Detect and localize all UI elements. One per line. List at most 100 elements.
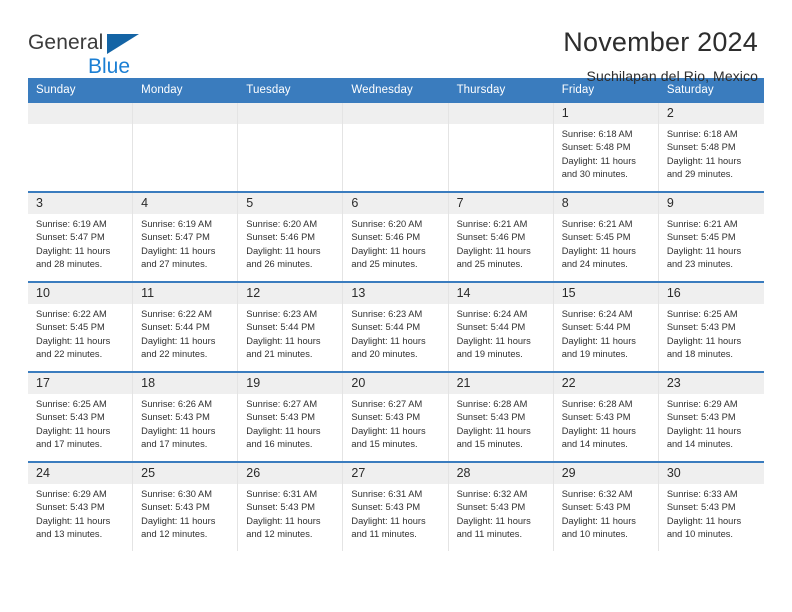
sunset-text: Sunset: 5:47 PM xyxy=(141,232,210,243)
calendar-day-cell[interactable]: 21 Sunrise: 6:28 AM Sunset: 5:43 PM Dayligh… xyxy=(448,373,554,461)
weekday-header-thursday: Thursday xyxy=(456,84,506,96)
sunrise-text: Sunrise: 6:29 AM xyxy=(666,399,738,409)
sunrise-text: Sunrise: 6:21 AM xyxy=(561,219,633,229)
daylight-text: Daylight: 11 hours and 10 minutes. xyxy=(561,515,636,540)
calendar-week-row: 24 Sunrise: 6:29 AM Sunset: 5:43 PM Dayligh… xyxy=(28,461,764,551)
calendar-day-cell[interactable]: 22 Sunrise: 6:28 AM Sunset: 5:43 PM Dayligh… xyxy=(553,373,659,461)
calendar-day-cell[interactable]: 15 Sunrise: 6:24 AM Sunset: 5:44 PM Dayligh… xyxy=(553,283,659,371)
day-number: 19 xyxy=(238,373,343,394)
day-sun-info: Sunrise: 6:28 AM Sunset: 5:43 PM Daylight:… xyxy=(554,394,658,452)
day-number: 4 xyxy=(133,193,238,214)
sunset-text: Sunset: 5:48 PM xyxy=(561,142,631,153)
day-sun-info: Sunrise: 6:32 AM Sunset: 5:43 PM Daylight:… xyxy=(449,484,553,542)
daylight-text: Daylight: 11 hours and 22 minutes. xyxy=(36,335,111,360)
day-number: 30 xyxy=(658,463,764,484)
sunrise-text: Sunrise: 6:25 AM xyxy=(666,309,738,319)
sunset-text: Sunset: 5:43 PM xyxy=(666,502,736,513)
calendar-day-cell-empty xyxy=(238,103,344,191)
sunrise-text: Sunrise: 6:19 AM xyxy=(36,219,107,229)
calendar-day-cell[interactable]: 23 Sunrise: 6:29 AM Sunset: 5:43 PM Dayligh… xyxy=(658,373,764,461)
day-number: 13 xyxy=(343,283,448,304)
calendar-day-cell[interactable]: 17 Sunrise: 6:25 AM Sunset: 5:43 PM Dayligh… xyxy=(28,373,134,461)
page-header: General Blue November 2024 Suchilapan de… xyxy=(0,0,792,83)
sunrise-text: Sunrise: 6:32 AM xyxy=(456,489,528,499)
day-sun-info: Sunrise: 6:21 AM Sunset: 5:45 PM Daylight:… xyxy=(554,214,658,272)
daylight-text: Daylight: 11 hours and 24 minutes. xyxy=(561,245,636,270)
calendar-day-cell[interactable]: 12 Sunrise: 6:23 AM Sunset: 5:44 PM Dayligh… xyxy=(238,283,344,371)
daylight-text: Daylight: 11 hours and 25 minutes. xyxy=(351,245,426,270)
calendar-page: General Blue November 2024 Suchilapan de… xyxy=(0,0,792,612)
calendar-day-cell[interactable]: 1 Sunrise: 6:18 AM Sunset: 5:48 PM Daylight… xyxy=(553,103,659,191)
calendar-day-cell[interactable]: 16 Sunrise: 6:25 AM Sunset: 5:43 PM Dayligh… xyxy=(658,283,764,371)
brand-logo[interactable]: General Blue xyxy=(28,26,178,82)
page-title: November 2024 xyxy=(563,27,758,57)
day-number: 2 xyxy=(658,103,764,124)
calendar-day-cell[interactable]: 28 Sunrise: 6:32 AM Sunset: 5:43 PM Dayligh… xyxy=(448,463,554,551)
day-number: 17 xyxy=(28,373,133,394)
sunset-text: Sunset: 5:43 PM xyxy=(456,502,526,513)
calendar-day-cell[interactable]: 11 Sunrise: 6:22 AM Sunset: 5:44 PM Dayligh… xyxy=(133,283,239,371)
sunset-text: Sunset: 5:43 PM xyxy=(666,322,736,333)
calendar-day-cell[interactable]: 27 Sunrise: 6:31 AM Sunset: 5:43 PM Dayligh… xyxy=(343,463,449,551)
calendar-week-row: 1 Sunrise: 6:18 AM Sunset: 5:48 PM Daylight… xyxy=(28,103,764,191)
sunrise-text: Sunrise: 6:23 AM xyxy=(351,309,423,319)
sunset-text: Sunset: 5:44 PM xyxy=(141,322,210,333)
day-sun-info: Sunrise: 6:27 AM Sunset: 5:43 PM Daylight:… xyxy=(343,394,447,452)
sunset-text: Sunset: 5:44 PM xyxy=(561,322,631,333)
calendar-day-cell[interactable]: 19 Sunrise: 6:27 AM Sunset: 5:43 PM Dayligh… xyxy=(238,373,344,461)
day-number: 11 xyxy=(133,283,238,304)
calendar-day-cell[interactable]: 3 Sunrise: 6:19 AM Sunset: 5:47 PM Daylight… xyxy=(28,193,134,281)
calendar-day-cell[interactable]: 24 Sunrise: 6:29 AM Sunset: 5:43 PM Dayligh… xyxy=(28,463,134,551)
calendar-day-cell[interactable]: 2 Sunrise: 6:18 AM Sunset: 5:48 PM Daylight… xyxy=(658,103,764,191)
sunrise-text: Sunrise: 6:22 AM xyxy=(36,309,107,319)
calendar-day-cell[interactable]: 9 Sunrise: 6:21 AM Sunset: 5:45 PM Daylight… xyxy=(658,193,764,281)
calendar-day-cell[interactable]: 20 Sunrise: 6:27 AM Sunset: 5:43 PM Dayligh… xyxy=(343,373,449,461)
day-sun-info: Sunrise: 6:20 AM Sunset: 5:46 PM Daylight:… xyxy=(343,214,447,272)
day-number: 22 xyxy=(553,373,658,394)
sunrise-text: Sunrise: 6:19 AM xyxy=(141,219,212,229)
calendar-day-cell[interactable]: 13 Sunrise: 6:23 AM Sunset: 5:44 PM Dayligh… xyxy=(343,283,449,371)
calendar-day-cell[interactable]: 8 Sunrise: 6:21 AM Sunset: 5:45 PM Daylight… xyxy=(553,193,659,281)
day-sun-info: Sunrise: 6:22 AM Sunset: 5:44 PM Daylight:… xyxy=(133,304,237,362)
calendar-day-cell[interactable]: 26 Sunrise: 6:31 AM Sunset: 5:43 PM Dayligh… xyxy=(238,463,344,551)
daylight-text: Daylight: 11 hours and 17 minutes. xyxy=(141,425,216,450)
calendar-day-cell[interactable]: 6 Sunrise: 6:20 AM Sunset: 5:46 PM Daylight… xyxy=(343,193,449,281)
daylight-text: Daylight: 11 hours and 21 minutes. xyxy=(246,335,321,360)
sunrise-text: Sunrise: 6:24 AM xyxy=(456,309,528,319)
calendar-day-cell[interactable]: 18 Sunrise: 6:26 AM Sunset: 5:43 PM Dayligh… xyxy=(133,373,239,461)
sunset-text: Sunset: 5:45 PM xyxy=(561,232,631,243)
daylight-text: Daylight: 11 hours and 20 minutes. xyxy=(351,335,426,360)
weekday-header-wednesday: Wednesday xyxy=(351,84,413,96)
calendar-day-cell[interactable]: 7 Sunrise: 6:21 AM Sunset: 5:46 PM Daylight… xyxy=(448,193,554,281)
sunset-text: Sunset: 5:43 PM xyxy=(351,502,421,513)
day-number: 10 xyxy=(28,283,133,304)
sunset-text: Sunset: 5:43 PM xyxy=(141,412,210,423)
day-sun-info: Sunrise: 6:22 AM Sunset: 5:45 PM Daylight:… xyxy=(28,304,132,362)
daylight-text: Daylight: 11 hours and 22 minutes. xyxy=(141,335,216,360)
day-number: 16 xyxy=(658,283,764,304)
day-number: 14 xyxy=(448,283,553,304)
day-number: 23 xyxy=(658,373,764,394)
blue-triangle-logo-icon xyxy=(107,34,139,54)
daylight-text: Daylight: 11 hours and 18 minutes. xyxy=(666,335,742,360)
calendar-day-cell[interactable]: 4 Sunrise: 6:19 AM Sunset: 5:47 PM Daylight… xyxy=(133,193,239,281)
daylight-text: Daylight: 11 hours and 19 minutes. xyxy=(456,335,531,360)
daylight-text: Daylight: 11 hours and 26 minutes. xyxy=(246,245,321,270)
calendar-day-cell[interactable]: 29 Sunrise: 6:32 AM Sunset: 5:43 PM Dayligh… xyxy=(553,463,659,551)
day-number: 6 xyxy=(343,193,448,214)
sunrise-text: Sunrise: 6:20 AM xyxy=(351,219,423,229)
calendar-day-cell[interactable]: 30 Sunrise: 6:33 AM Sunset: 5:43 PM Dayligh… xyxy=(658,463,764,551)
sunrise-text: Sunrise: 6:28 AM xyxy=(456,399,528,409)
daylight-text: Daylight: 11 hours and 10 minutes. xyxy=(666,515,742,540)
calendar-day-cell[interactable]: 10 Sunrise: 6:22 AM Sunset: 5:45 PM Dayligh… xyxy=(28,283,134,371)
day-sun-info: Sunrise: 6:18 AM Sunset: 5:48 PM Daylight:… xyxy=(659,124,764,182)
calendar-day-cell[interactable]: 5 Sunrise: 6:20 AM Sunset: 5:46 PM Daylight… xyxy=(238,193,344,281)
calendar-day-cell[interactable]: 25 Sunrise: 6:30 AM Sunset: 5:43 PM Dayligh… xyxy=(133,463,239,551)
day-sun-info: Sunrise: 6:29 AM Sunset: 5:43 PM Daylight:… xyxy=(659,394,764,452)
sunset-text: Sunset: 5:43 PM xyxy=(36,412,105,423)
sunset-text: Sunset: 5:43 PM xyxy=(36,502,105,513)
daylight-text: Daylight: 11 hours and 28 minutes. xyxy=(36,245,111,270)
day-sun-info: Sunrise: 6:23 AM Sunset: 5:44 PM Daylight:… xyxy=(238,304,342,362)
daylight-text: Daylight: 11 hours and 11 minutes. xyxy=(456,515,531,540)
calendar-day-cell[interactable]: 14 Sunrise: 6:24 AM Sunset: 5:44 PM Dayligh… xyxy=(448,283,554,371)
